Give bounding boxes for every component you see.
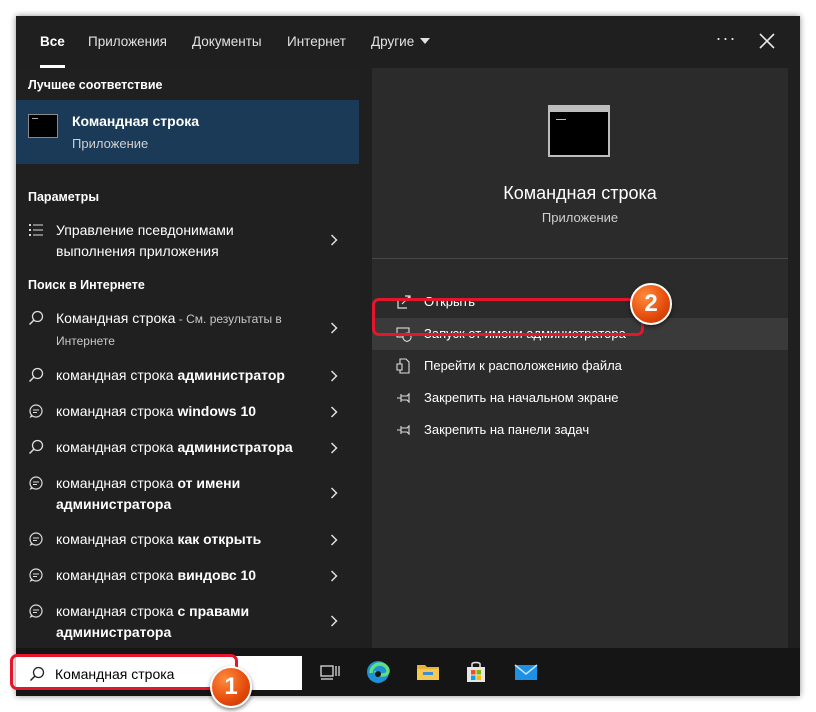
highlight-run-as-admin xyxy=(372,298,644,336)
web-result-text: командная строка xyxy=(56,403,178,419)
cmd-app-icon xyxy=(28,114,58,138)
file-explorer-icon xyxy=(417,665,439,680)
web-result-item[interactable]: Командная строка - См. результаты в Инте… xyxy=(16,306,359,352)
store-icon xyxy=(467,661,485,682)
chevron-down-icon xyxy=(420,38,431,44)
web-result-bold: администратор xyxy=(177,367,285,383)
chat-search-icon xyxy=(29,476,43,490)
web-result-bold: как открыть xyxy=(177,531,262,547)
web-result-text: командная строка xyxy=(56,603,178,619)
web-result-bold: виндовс 10 xyxy=(177,567,257,583)
action-label: Перейти к расположению файла xyxy=(424,358,622,373)
tab-internet[interactable]: Интернет xyxy=(287,16,346,68)
mail-button[interactable] xyxy=(512,658,540,686)
details-subtitle: Приложение xyxy=(541,210,619,225)
chevron-right-icon xyxy=(330,370,338,382)
action-label: Закрепить на начальном экране xyxy=(424,390,619,405)
chevron-right-icon xyxy=(330,487,338,499)
settings-header: Параметры xyxy=(28,190,99,204)
web-result-item[interactable]: командная строка администратор xyxy=(16,364,359,388)
web-result-bold: администратора xyxy=(177,439,293,455)
chevron-right-icon xyxy=(330,534,338,546)
web-result-item[interactable]: командная строка администратора xyxy=(16,436,359,460)
web-result-bold-line2: администратора xyxy=(56,496,172,512)
tab-all[interactable]: Все xyxy=(40,16,65,68)
close-icon xyxy=(759,33,775,49)
web-result-item[interactable]: командная строка с правами администратора xyxy=(16,600,359,644)
settings-item-line1: Управление псевдонимами xyxy=(56,222,234,238)
settings-item-line2: выполнения приложения xyxy=(56,243,219,259)
action-pin-to-taskbar[interactable]: Закрепить на панели задач xyxy=(372,414,788,446)
divider xyxy=(372,258,788,259)
task-view-icon xyxy=(320,665,340,680)
chat-search-icon xyxy=(29,532,43,546)
web-result-text: Командная строка xyxy=(56,310,176,326)
details-title: Командная строка xyxy=(503,183,657,203)
edge-icon xyxy=(367,661,390,683)
task-view-button[interactable] xyxy=(316,658,344,686)
details-pane: Командная строка Приложение Открыть Запу… xyxy=(372,68,788,648)
web-result-text: командная строка xyxy=(56,439,178,455)
web-result-item[interactable]: командная строка от имени администратора xyxy=(16,472,359,516)
chevron-right-icon xyxy=(330,322,338,334)
action-label: Закрепить на панели задач xyxy=(424,422,590,437)
web-result-text: командная строка xyxy=(56,567,178,583)
chevron-right-icon xyxy=(330,406,338,418)
chevron-right-icon xyxy=(330,234,338,246)
chat-search-icon xyxy=(29,604,43,618)
pin-icon xyxy=(397,424,410,436)
web-result-bold: с правами xyxy=(177,603,250,619)
web-result-text: командная строка xyxy=(56,475,178,491)
search-tabs: Все Приложения Документы Интернет Другие… xyxy=(16,16,800,68)
web-result-bold: от имени xyxy=(177,475,241,491)
action-pin-to-start[interactable]: Закрепить на начальном экране xyxy=(372,382,788,414)
web-search-header: Поиск в Интернете xyxy=(28,278,145,292)
web-result-item[interactable]: командная строка windows 10 xyxy=(16,400,359,424)
edge-button[interactable] xyxy=(364,658,392,686)
action-open-file-location[interactable]: Перейти к расположению файла xyxy=(372,350,788,382)
cmd-app-large-icon xyxy=(548,105,610,157)
best-match-header: Лучшее соответствие xyxy=(28,78,163,92)
web-result-item[interactable]: командная строка виндовс 10 xyxy=(16,564,359,588)
web-result-suffix: - См. результаты в xyxy=(175,312,282,326)
file-explorer-button[interactable] xyxy=(414,658,442,686)
chevron-right-icon xyxy=(330,570,338,582)
search-window: Все Приложения Документы Интернет Другие… xyxy=(16,16,800,696)
web-result-text: командная строка xyxy=(56,367,178,383)
best-match-title: Командная строка xyxy=(72,113,200,129)
chevron-right-icon xyxy=(330,615,338,627)
tab-apps[interactable]: Приложения xyxy=(88,16,167,68)
mail-icon xyxy=(514,664,538,680)
tab-more[interactable]: Другие xyxy=(371,16,431,68)
step-badge-2: 2 xyxy=(630,283,672,325)
more-options-button[interactable]: ··· xyxy=(713,28,739,54)
store-button[interactable] xyxy=(462,658,490,686)
pin-icon xyxy=(397,392,410,404)
results-pane: Лучшее соответствие Командная строка При… xyxy=(16,68,359,648)
tab-documents[interactable]: Документы xyxy=(192,16,262,68)
search-icon xyxy=(28,367,44,383)
search-icon xyxy=(28,310,44,326)
search-icon xyxy=(28,439,44,455)
web-result-bold: windows 10 xyxy=(177,403,257,419)
chat-search-icon xyxy=(29,404,43,418)
step-badge-1: 1 xyxy=(210,666,252,708)
list-settings-icon xyxy=(29,224,43,236)
chevron-right-icon xyxy=(330,442,338,454)
tab-more-label: Другие xyxy=(371,34,415,49)
best-match-item[interactable]: Командная строка Приложение xyxy=(16,100,359,164)
web-result-item[interactable]: командная строка как открыть xyxy=(16,528,359,552)
web-result-bold-line2: администратора xyxy=(56,624,172,640)
web-result-line2: Интернете xyxy=(56,334,115,348)
best-match-subtitle: Приложение xyxy=(72,136,149,151)
highlight-search-box xyxy=(10,654,238,690)
close-button[interactable] xyxy=(754,28,780,54)
web-result-text: командная строка xyxy=(56,531,178,547)
chat-search-icon xyxy=(29,568,43,582)
settings-item-app-aliases[interactable]: Управление псевдонимами выполнения прило… xyxy=(16,218,359,264)
file-location-icon xyxy=(396,358,410,374)
